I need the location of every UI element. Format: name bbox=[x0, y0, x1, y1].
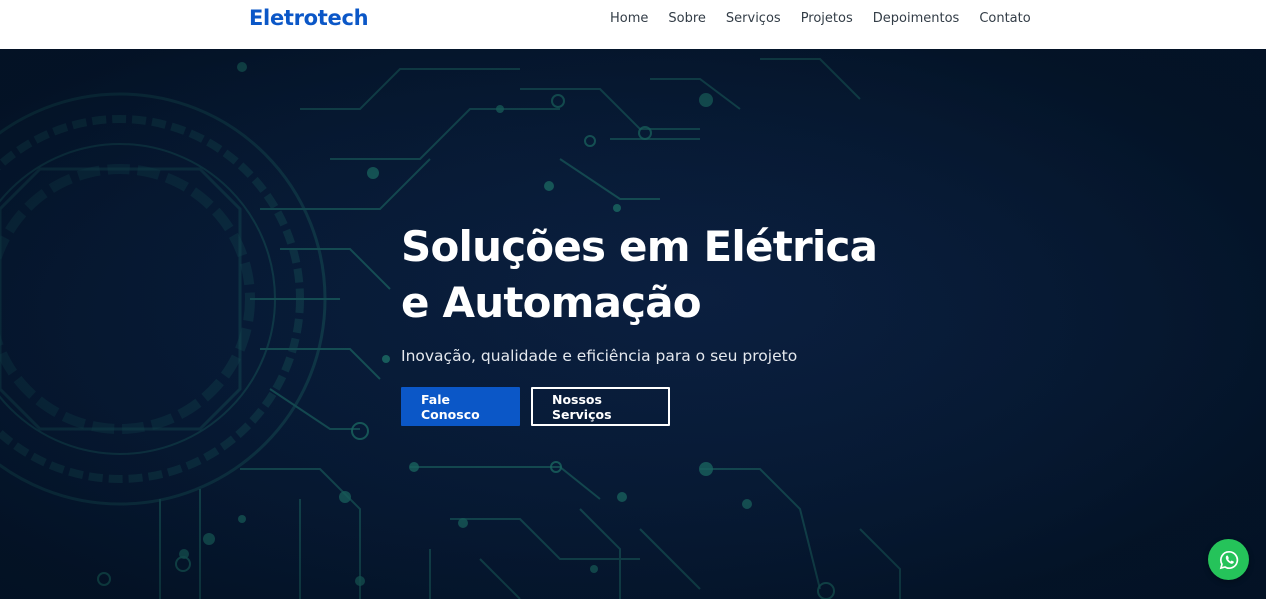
hero-title-line2: e Automação bbox=[401, 278, 702, 327]
hero-content: Soluções em Elétrica e Automação Inovaçã… bbox=[401, 219, 921, 426]
brand-logo[interactable]: Eletrotech bbox=[249, 6, 369, 30]
nav-link-home[interactable]: Home bbox=[610, 10, 648, 28]
hero-buttons: Fale Conosco Nossos Serviços bbox=[401, 387, 921, 426]
fale-conosco-button[interactable]: Fale Conosco bbox=[401, 387, 520, 426]
nossos-servicos-button[interactable]: Nossos Serviços bbox=[531, 387, 670, 426]
hero-title-line1: Soluções em Elétrica bbox=[401, 222, 878, 271]
hero-section: Soluções em Elétrica e Automação Inovaçã… bbox=[0, 49, 1266, 599]
nav-menu: Home Sobre Serviços Projetos Depoimentos… bbox=[610, 10, 1031, 28]
hero-subtitle: Inovação, qualidade e eficiência para o … bbox=[401, 347, 798, 365]
hero-title: Soluções em Elétrica e Automação bbox=[401, 219, 921, 331]
whatsapp-button[interactable] bbox=[1208, 539, 1249, 580]
whatsapp-icon bbox=[1219, 550, 1238, 569]
nav-link-depoimentos[interactable]: Depoimentos bbox=[873, 10, 960, 28]
nav-link-sobre[interactable]: Sobre bbox=[668, 10, 706, 28]
navbar: Eletrotech Home Sobre Serviços Projetos … bbox=[0, 0, 1266, 49]
nav-link-projetos[interactable]: Projetos bbox=[801, 10, 853, 28]
nav-link-contato[interactable]: Contato bbox=[979, 10, 1030, 28]
nav-link-servicos[interactable]: Serviços bbox=[726, 10, 781, 28]
